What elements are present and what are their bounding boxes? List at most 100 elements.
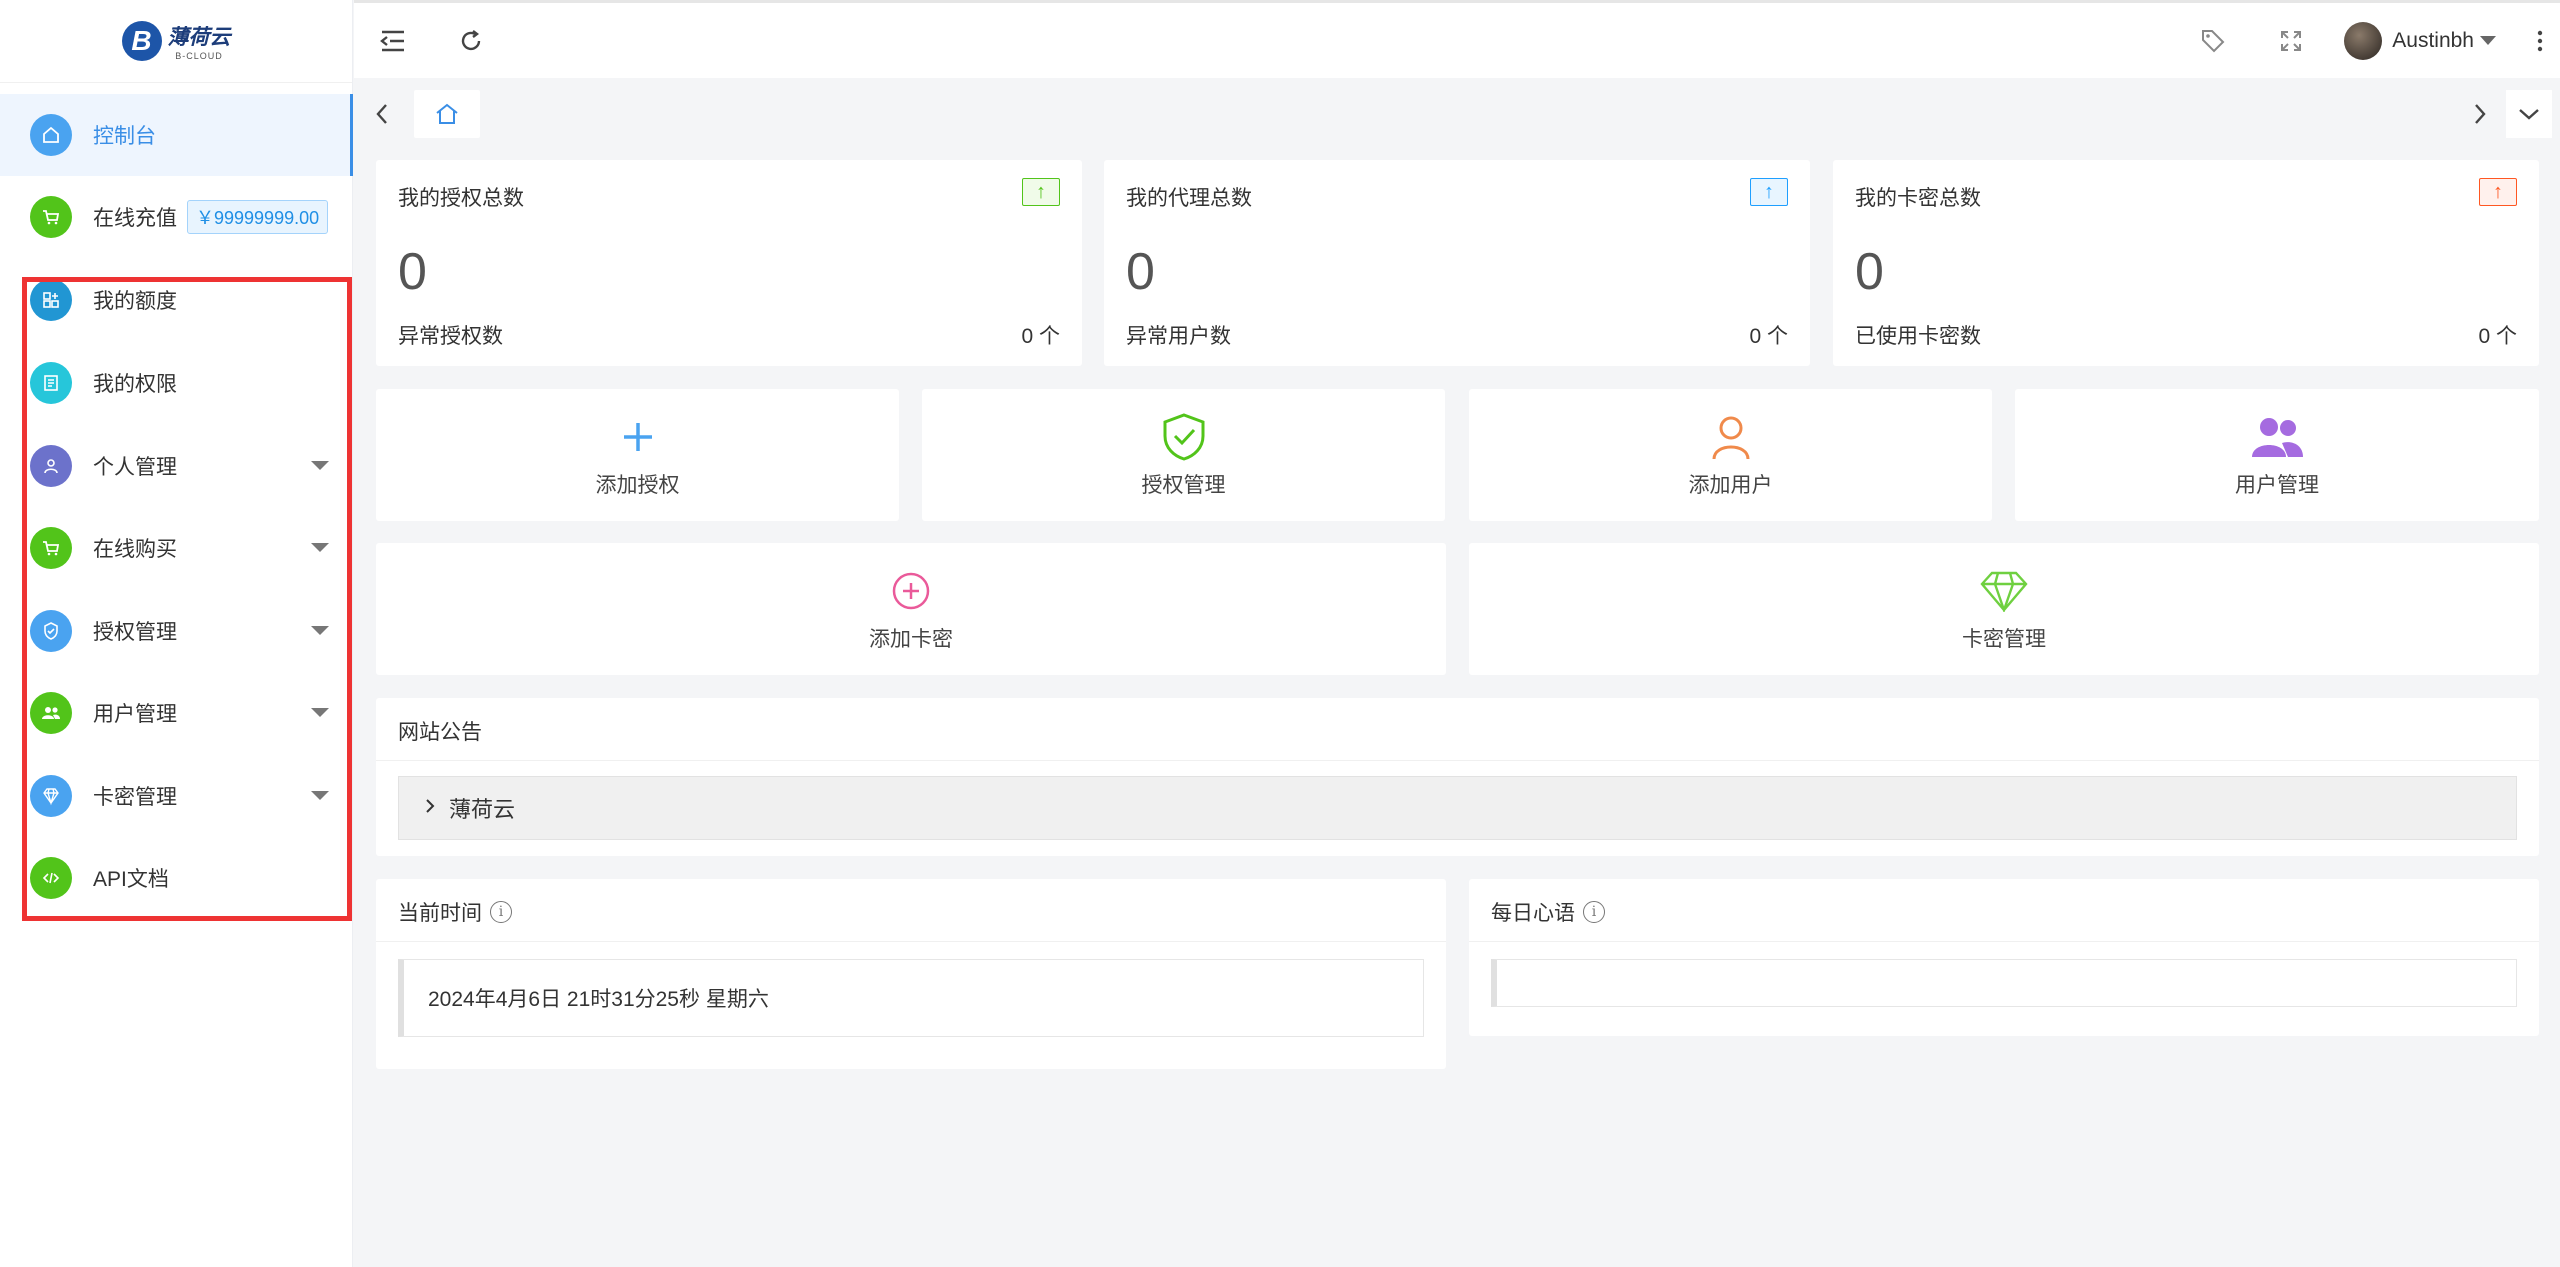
info-icon[interactable]: i bbox=[1583, 901, 1605, 923]
notice-collapse-item[interactable]: 薄荷云 bbox=[398, 776, 2517, 840]
sidebar-item-label: 我的权限 bbox=[93, 373, 177, 396]
home-icon bbox=[436, 103, 458, 124]
quote-panel-title: 每日心语 i bbox=[1491, 897, 1605, 927]
stat-title: 我的卡密总数 bbox=[1855, 187, 1981, 210]
chevron-right-icon bbox=[2475, 104, 2486, 124]
arrow-up-icon: ↑ bbox=[1022, 178, 1060, 206]
sidebar-item-users[interactable]: 用户管理 bbox=[0, 672, 353, 754]
quick-action-label: 用户管理 bbox=[2235, 474, 2319, 497]
chevron-down-icon bbox=[2480, 36, 2496, 45]
time-panel-title: 当前时间 i bbox=[398, 897, 512, 927]
avatar bbox=[2344, 21, 2383, 60]
divider bbox=[376, 760, 2539, 761]
shield-check-icon bbox=[1161, 411, 1207, 463]
more-button[interactable] bbox=[2520, 3, 2560, 78]
tabs-dropdown-button[interactable] bbox=[2506, 90, 2552, 138]
quick-user-management[interactable]: 用户管理 bbox=[2015, 389, 2539, 521]
sidebar-item-authorization[interactable]: 授权管理 bbox=[0, 590, 353, 672]
fullscreen-button[interactable] bbox=[2252, 3, 2330, 78]
stat-value: 0 bbox=[1126, 243, 1155, 301]
sidebar-item-label: 控制台 bbox=[93, 125, 156, 148]
diamond-icon bbox=[1979, 565, 2029, 617]
chevron-down-icon bbox=[311, 708, 329, 717]
time-panel-title-text: 当前时间 bbox=[398, 902, 482, 925]
chevron-left-icon bbox=[376, 104, 387, 124]
stat-title: 我的代理总数 bbox=[1126, 187, 1252, 210]
stat-sub-label: 异常授权数 bbox=[398, 325, 503, 348]
menu-fold-icon bbox=[380, 30, 404, 51]
logo-title: 薄荷云 bbox=[167, 26, 231, 49]
sidebar-item-label: API文档 bbox=[93, 868, 169, 891]
info-icon[interactable]: i bbox=[490, 901, 512, 923]
fullscreen-icon bbox=[2281, 30, 2302, 51]
logo[interactable]: B 薄荷云 B-CLOUD bbox=[0, 0, 352, 83]
quote-panel-title-text: 每日心语 bbox=[1491, 902, 1575, 925]
sidebar-item-label: 授权管理 bbox=[93, 621, 177, 644]
plus-icon bbox=[621, 411, 655, 463]
quick-action-label: 添加用户 bbox=[1688, 474, 1773, 497]
current-time-panel: 当前时间 i 2024年4月6日 21时31分25秒 星期六 bbox=[376, 879, 1446, 1069]
username: Austinbh bbox=[2392, 28, 2474, 52]
menu-toggle-button[interactable] bbox=[354, 3, 432, 78]
tabs-next-button[interactable] bbox=[2460, 90, 2500, 138]
stat-card-agents: 我的代理总数 ↑ 0 异常用户数 0 个 bbox=[1104, 160, 1810, 366]
top-header: Austinbh bbox=[354, 0, 2560, 78]
sidebar-item-api-docs[interactable]: API文档 bbox=[0, 837, 353, 919]
chevron-down-icon bbox=[311, 791, 329, 800]
logo-mark: B bbox=[121, 21, 162, 61]
arrow-up-icon: ↑ bbox=[1750, 178, 1788, 206]
sidebar-item-personal[interactable]: 个人管理 bbox=[0, 425, 353, 507]
stat-sub-label: 已使用卡密数 bbox=[1855, 325, 1981, 348]
logo-subtitle: B-CLOUD bbox=[175, 51, 223, 61]
chevron-right-icon bbox=[425, 797, 435, 820]
home-icon bbox=[30, 114, 72, 156]
quota-icon bbox=[30, 279, 72, 321]
sidebar-item-purchase[interactable]: 在线购买 bbox=[0, 507, 353, 589]
quick-authorization-management[interactable]: 授权管理 bbox=[922, 389, 1445, 521]
sidebar: B 薄荷云 B-CLOUD 控制台 在线充值 ￥99999999.00 我的额度… bbox=[0, 0, 353, 1267]
balance-badge: ￥99999999.00 bbox=[187, 200, 329, 234]
refresh-button[interactable] bbox=[432, 3, 510, 78]
circle-plus-icon bbox=[891, 565, 931, 617]
quick-action-label: 添加卡密 bbox=[869, 628, 953, 651]
stat-count: 0 个 bbox=[1749, 325, 1788, 348]
sidebar-item-label: 在线购买 bbox=[93, 538, 177, 561]
stat-card-authorizations: 我的授权总数 ↑ 0 异常授权数 0 个 bbox=[376, 160, 1082, 366]
sidebar-item-quota[interactable]: 我的额度 bbox=[0, 259, 353, 341]
diamond-icon bbox=[30, 775, 72, 817]
sidebar-item-label: 卡密管理 bbox=[93, 786, 177, 809]
chevron-down-icon bbox=[311, 461, 329, 470]
stat-value: 0 bbox=[398, 243, 427, 301]
sidebar-item-label: 个人管理 bbox=[93, 456, 177, 479]
current-time-value: 2024年4月6日 21时31分25秒 星期六 bbox=[398, 959, 1424, 1037]
tabs-prev-button[interactable] bbox=[362, 90, 402, 138]
quick-add-authorization[interactable]: 添加授权 bbox=[376, 389, 899, 521]
quick-action-label: 添加授权 bbox=[595, 474, 680, 497]
sidebar-item-cards[interactable]: 卡密管理 bbox=[0, 755, 353, 837]
stat-title: 我的授权总数 bbox=[398, 187, 524, 210]
tab-home[interactable] bbox=[414, 90, 480, 138]
tag-icon bbox=[2202, 29, 2225, 52]
quick-action-label: 授权管理 bbox=[1141, 474, 1226, 497]
daily-quote-panel: 每日心语 i bbox=[1469, 879, 2539, 1036]
sidebar-item-recharge[interactable]: 在线充值 ￥99999999.00 bbox=[0, 176, 353, 258]
chevron-down-icon bbox=[311, 626, 329, 635]
user-menu[interactable]: Austinbh bbox=[2344, 21, 2496, 60]
divider bbox=[1469, 941, 2539, 942]
shield-icon bbox=[30, 610, 72, 652]
sidebar-item-dashboard[interactable]: 控制台 bbox=[0, 94, 353, 176]
stat-count: 0 个 bbox=[2478, 325, 2517, 348]
user-icon bbox=[30, 445, 72, 487]
divider bbox=[376, 941, 1446, 942]
users-icon bbox=[30, 692, 72, 734]
quick-add-user[interactable]: 添加用户 bbox=[1469, 389, 1992, 521]
sidebar-item-permission[interactable]: 我的权限 bbox=[0, 342, 353, 424]
chevron-down-icon bbox=[2519, 109, 2539, 120]
code-icon bbox=[30, 857, 72, 899]
quick-card-management[interactable]: 卡密管理 bbox=[1469, 543, 2539, 675]
quick-add-card[interactable]: 添加卡密 bbox=[376, 543, 1446, 675]
stat-count: 0 个 bbox=[1021, 325, 1060, 348]
notice-item-label: 薄荷云 bbox=[449, 797, 516, 822]
tag-button[interactable] bbox=[2174, 3, 2252, 78]
stat-card-cards: 我的卡密总数 ↑ 0 已使用卡密数 0 个 bbox=[1833, 160, 2539, 366]
